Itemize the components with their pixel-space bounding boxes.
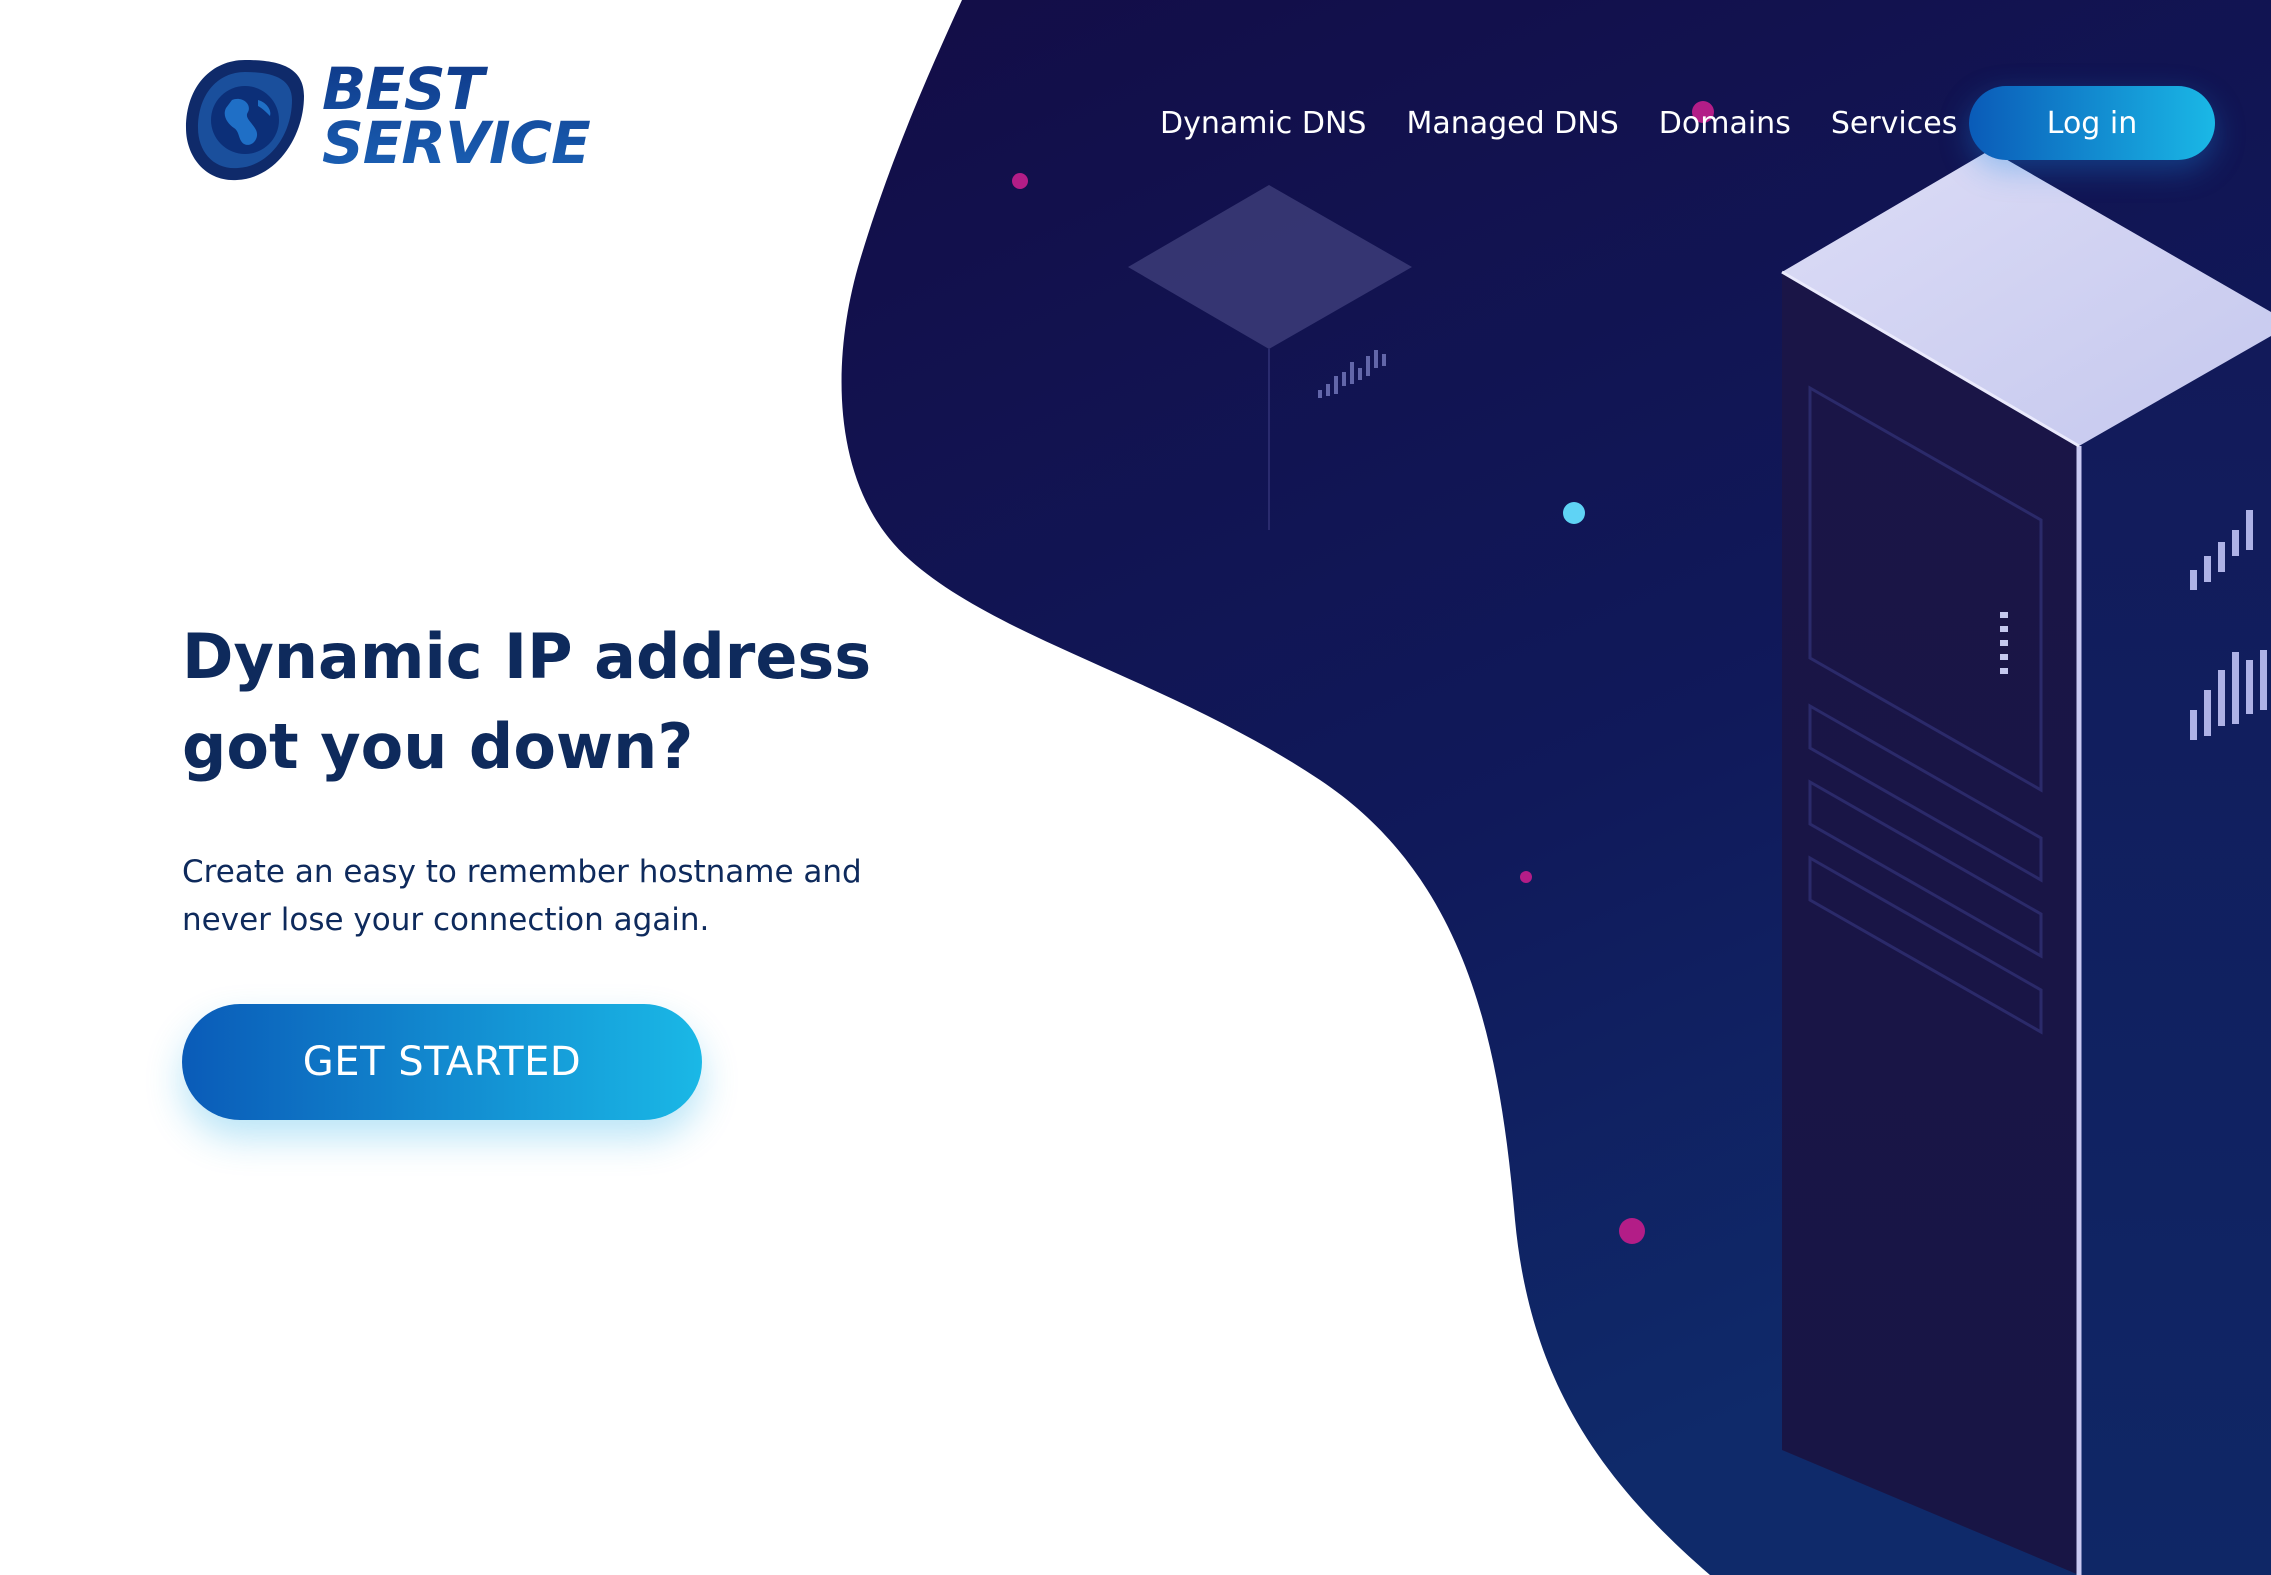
hero-title: Dynamic IP address got you down? bbox=[182, 612, 1002, 792]
dot-magenta bbox=[1520, 871, 1532, 883]
hero-subtitle: Create an easy to remember hostname and … bbox=[182, 848, 962, 944]
server-side-face bbox=[2079, 336, 2271, 1575]
brand-wordmark: BEST SERVICE bbox=[322, 62, 590, 170]
brand-line-1: BEST bbox=[322, 55, 484, 123]
server-front-face bbox=[1782, 272, 2079, 1575]
nav-item-services[interactable]: Services bbox=[1831, 106, 1958, 141]
nav-item-dynamic-dns[interactable]: Dynamic DNS bbox=[1160, 106, 1366, 141]
dot-magenta bbox=[1619, 1218, 1645, 1244]
nav-item-managed-dns[interactable]: Managed DNS bbox=[1406, 106, 1618, 141]
login-button[interactable]: Log in bbox=[1969, 86, 2215, 160]
globe-shield-icon bbox=[186, 60, 304, 181]
brand-logo[interactable]: BEST SERVICE bbox=[182, 56, 590, 184]
hero-subtitle-line-1: Create an easy to remember hostname and bbox=[182, 854, 862, 890]
hero-title-line-1: Dynamic IP address bbox=[182, 620, 872, 693]
main-nav: Dynamic DNS Managed DNS Domains Services bbox=[1160, 86, 1997, 160]
get-started-button[interactable]: GET STARTED bbox=[182, 1004, 702, 1120]
nav-item-domains[interactable]: Domains bbox=[1659, 106, 1791, 141]
brand-line-2: SERVICE bbox=[322, 109, 590, 177]
hero-subtitle-line-2: never lose your connection again. bbox=[182, 902, 710, 938]
dot-cyan bbox=[1563, 502, 1585, 524]
hero-title-line-2: got you down? bbox=[182, 710, 694, 783]
dot-magenta bbox=[1012, 173, 1028, 189]
